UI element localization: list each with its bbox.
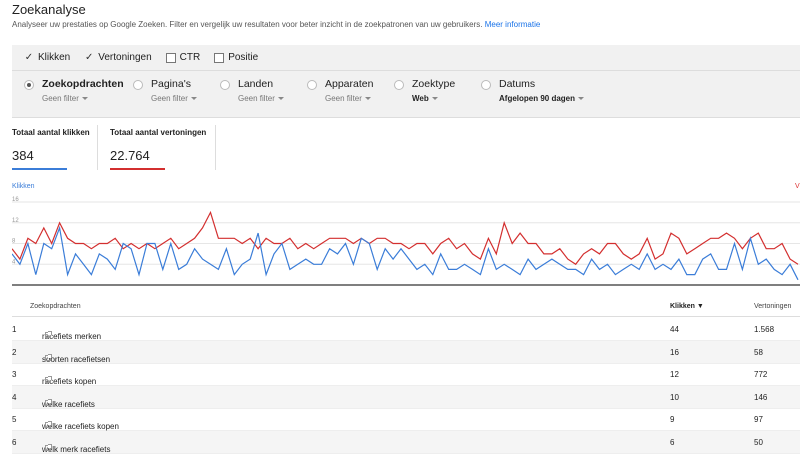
external-link-icon[interactable] <box>45 331 52 338</box>
performance-chart[interactable]: 161284 <box>12 184 800 294</box>
stat-label: Totaal aantal vertoningen <box>110 128 207 137</box>
clicks-cell: 12 <box>670 370 679 379</box>
impressions-cell: 772 <box>754 370 768 379</box>
divider <box>97 125 98 170</box>
caret-down-icon <box>578 97 585 101</box>
dimension-label: Apparaten <box>325 78 374 90</box>
metric-label: Positie <box>228 52 259 63</box>
table-row[interactable]: 3 racefiets kopen 12 772 <box>12 363 800 386</box>
clicks-cell: 44 <box>670 325 679 334</box>
column-header-impressions[interactable]: Vertoningen <box>754 303 791 310</box>
dimension-filter-dropdown[interactable]: Geen filter <box>151 94 197 103</box>
stat-underline <box>12 168 67 170</box>
metric-position-checkbox[interactable]: Positie <box>214 52 258 63</box>
column-header-queries[interactable]: Zoekopdrachten <box>30 303 81 310</box>
caret-down-icon <box>364 97 371 101</box>
caret-down-icon <box>190 97 197 101</box>
external-link-icon[interactable] <box>45 398 52 406</box>
dimension-label: Zoektype <box>412 78 456 90</box>
row-number: 3 <box>12 370 17 379</box>
caret-down-icon <box>81 97 88 101</box>
metric-label: CTR <box>179 52 201 63</box>
dimension-label: Datums <box>499 78 536 90</box>
impressions-cell: 97 <box>754 415 763 424</box>
dimension-filter-dropdown[interactable]: Afgelopen 90 dagen <box>499 94 585 103</box>
dimension-label: Pagina's <box>151 78 191 90</box>
stat-value: 384 <box>12 148 34 163</box>
clicks-cell: 6 <box>670 437 675 447</box>
row-number: 6 <box>12 437 17 447</box>
y-tick-label: 16 <box>12 197 19 203</box>
divider <box>215 125 216 170</box>
external-link-icon[interactable] <box>45 443 52 451</box>
empty-checkbox-icon <box>214 52 225 63</box>
row-number: 1 <box>12 325 17 334</box>
impressions-cell: 58 <box>754 347 763 357</box>
check-icon: ✓ <box>24 52 34 63</box>
stat-value: 22.764 <box>110 148 150 163</box>
learn-more-link[interactable]: Meer informatie <box>485 20 541 29</box>
caret-down-icon <box>431 97 438 101</box>
check-icon: ✓ <box>85 52 94 63</box>
y-tick-label: 12 <box>12 218 19 224</box>
radio-icon[interactable] <box>307 80 317 90</box>
external-link-icon[interactable] <box>45 353 52 361</box>
table-row[interactable]: 5 welke racefiets kopen 9 97 <box>12 408 800 431</box>
metric-label: Vertoningen <box>98 52 152 63</box>
empty-checkbox-icon <box>165 52 176 63</box>
metric-filter-bar: ✓ Klikken ✓ Vertoningen CTR Positie <box>12 45 800 71</box>
table-row[interactable]: 4 welke racefiets 10 146 <box>12 385 800 409</box>
subtitle-text: Analyseer uw prestaties op Google Zoeken… <box>12 20 483 29</box>
dimension-filter-dropdown[interactable]: Geen filter <box>238 94 284 103</box>
radio-icon[interactable] <box>394 80 404 90</box>
radio-icon[interactable] <box>220 80 230 90</box>
impressions-cell: 50 <box>754 437 763 447</box>
caret-down-icon <box>277 97 284 101</box>
impressions-series-line <box>12 210 799 266</box>
metric-impressions-checkbox[interactable]: ✓ Vertoningen <box>84 52 152 63</box>
dimension-label: Zoekopdrachten <box>42 78 124 90</box>
table-header: Zoekopdrachten Klikken ▼ Vertoningen <box>12 298 800 317</box>
row-number: 5 <box>12 415 17 424</box>
column-header-clicks[interactable]: Klikken ▼ <box>670 303 704 310</box>
radio-selected-icon[interactable] <box>24 80 34 90</box>
metric-label: Klikken <box>38 52 71 63</box>
impressions-cell: 146 <box>754 392 768 402</box>
stat-total-impressions[interactable]: Totaal aantal vertoningen 22.764 <box>110 128 207 170</box>
clicks-cell: 10 <box>670 392 679 402</box>
clicks-cell: 16 <box>670 347 679 357</box>
stat-label: Totaal aantal klikken <box>12 128 90 137</box>
dimension-label: Landen <box>238 78 274 90</box>
impressions-cell: 1.568 <box>754 325 775 334</box>
metric-clicks-checkbox[interactable]: ✓ Klikken <box>24 52 70 63</box>
table-row[interactable]: 2 soorten racefietsen 16 58 <box>12 340 800 364</box>
row-number: 2 <box>12 347 17 357</box>
stat-total-clicks[interactable]: Totaal aantal klikken 384 <box>12 128 90 170</box>
page-title: Zoekanalyse <box>12 2 86 17</box>
page-subtitle: Analyseer uw prestaties op Google Zoeken… <box>12 20 540 29</box>
radio-icon[interactable] <box>481 80 491 90</box>
row-number: 4 <box>12 392 17 402</box>
clicks-series-line <box>12 225 799 281</box>
dimension-filter-dropdown[interactable]: Geen filter <box>42 94 88 103</box>
dimension-filter-dropdown[interactable]: Geen filter <box>325 94 371 103</box>
stat-underline <box>110 168 165 170</box>
metric-ctr-checkbox[interactable]: CTR <box>165 52 201 63</box>
clicks-cell: 9 <box>670 415 675 424</box>
external-link-icon[interactable] <box>45 421 52 428</box>
dimension-selector: Zoekopdrachten Geen filter Pagina's Geen… <box>12 71 800 118</box>
table-row[interactable]: 6 welk merk racefiets 6 50 <box>12 430 800 454</box>
radio-icon[interactable] <box>133 80 143 90</box>
external-link-icon[interactable] <box>45 376 52 383</box>
dimension-filter-dropdown[interactable]: Web <box>412 94 438 103</box>
table-row[interactable]: 1 racefiets merken 44 1.568 <box>12 318 800 341</box>
